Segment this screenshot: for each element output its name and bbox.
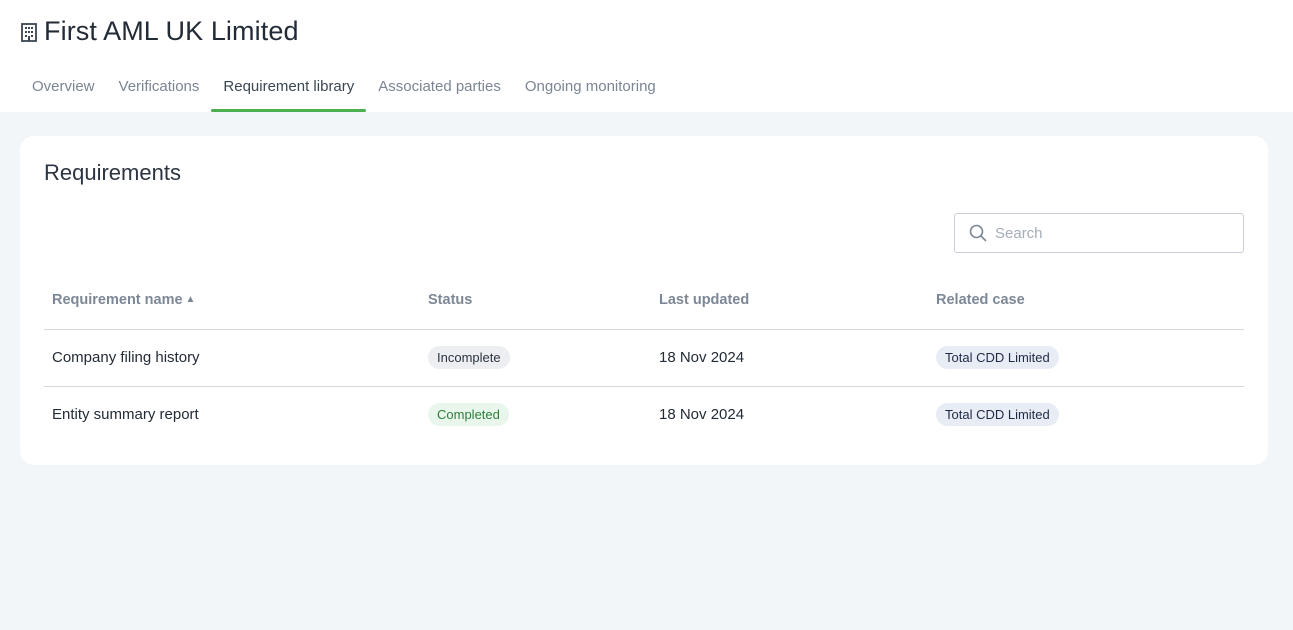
- building-icon: [20, 22, 38, 42]
- table-row[interactable]: Company filing history Incomplete 18 Nov…: [44, 329, 1244, 387]
- tab-overview[interactable]: Overview: [20, 66, 107, 112]
- related-case-badge[interactable]: Total CDD Limited: [936, 403, 1059, 427]
- status-badge: Completed: [428, 403, 509, 427]
- related-case-cell: Total CDD Limited: [936, 386, 1244, 443]
- tab-verifications[interactable]: Verifications: [107, 66, 212, 112]
- status-cell: Completed: [428, 386, 659, 443]
- requirements-card: Requirements Requirement name▲ Status La…: [20, 136, 1268, 465]
- requirements-table: Requirement name ▲ Status Last updated Re…: [44, 272, 1244, 443]
- requirement-name-cell[interactable]: Company filing history: [44, 329, 428, 387]
- page-header: First AML UK Limited Overview Verificati…: [0, 0, 1293, 112]
- search-box[interactable]: [954, 213, 1244, 253]
- column-header-status[interactable]: Status: [428, 272, 659, 330]
- tab-ongoing-monitoring[interactable]: Ongoing monitoring: [513, 66, 668, 112]
- table-header-row: Requirement name ▲ Status Last updated Re…: [44, 272, 1244, 330]
- tab-associated-parties[interactable]: Associated parties: [366, 66, 513, 112]
- title-row: First AML UK Limited: [20, 16, 299, 47]
- card-title: Requirements: [44, 160, 181, 185]
- tab-requirement-library[interactable]: Requirement library: [211, 66, 367, 112]
- tab-bar: Overview Verifications Requirement libra…: [20, 66, 668, 112]
- search-input[interactable]: [995, 224, 1225, 242]
- last-updated-cell: 18 Nov 2024: [659, 329, 936, 387]
- requirement-name-cell[interactable]: Entity summary report: [44, 386, 428, 443]
- column-header-related-case[interactable]: Related case: [936, 272, 1244, 330]
- related-case-cell: Total CDD Limited: [936, 329, 1244, 387]
- sort-ascending-icon: ▲: [185, 294, 196, 306]
- last-updated-cell: 18 Nov 2024: [659, 406, 745, 424]
- status-badge: Incomplete: [428, 346, 510, 369]
- column-header-last-updated[interactable]: Last updated: [659, 272, 936, 330]
- status-cell: Incomplete: [428, 329, 659, 387]
- column-header-requirement-name[interactable]: Requirement name ▲: [44, 272, 428, 330]
- column-header-label: Requirement name: [52, 292, 183, 309]
- related-case-badge[interactable]: Total CDD Limited: [936, 346, 1059, 369]
- page-title: First AML UK Limited: [44, 16, 299, 46]
- table-row[interactable]: Entity summary report Completed 18 Nov 2…: [44, 386, 1244, 443]
- search-icon: [969, 224, 987, 242]
